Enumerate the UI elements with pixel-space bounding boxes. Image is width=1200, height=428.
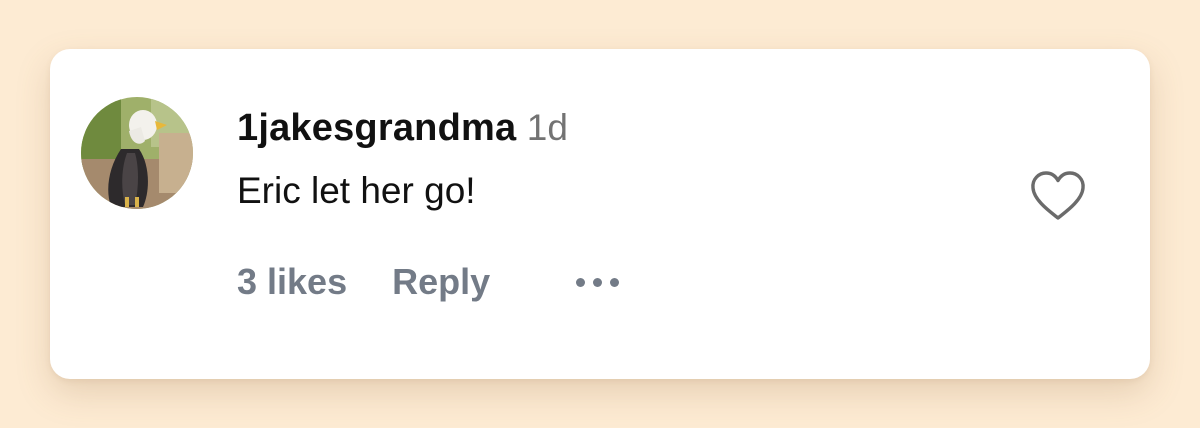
heart-outline-icon[interactable]: [1028, 168, 1088, 224]
reply-button[interactable]: Reply: [392, 261, 490, 303]
comment-card: 1jakesgrandma 1d Eric let her go! 3 like…: [50, 49, 1150, 379]
username[interactable]: 1jakesgrandma: [237, 107, 516, 149]
more-dot: [576, 277, 586, 287]
more-dot: [610, 277, 620, 287]
likes-count[interactable]: 3 likes: [237, 261, 347, 303]
avatar[interactable]: [81, 97, 193, 209]
comment-text: Eric let her go!: [237, 170, 476, 211]
comment-header: 1jakesgrandma 1d: [237, 107, 568, 150]
more-options-icon[interactable]: [576, 259, 620, 305]
like-button-glyph: [1031, 171, 1085, 220]
more-dot: [593, 277, 603, 287]
avatar-image: [81, 97, 193, 209]
comment-actions: 3 likes Reply: [237, 259, 620, 305]
timestamp[interactable]: 1d: [527, 107, 568, 148]
